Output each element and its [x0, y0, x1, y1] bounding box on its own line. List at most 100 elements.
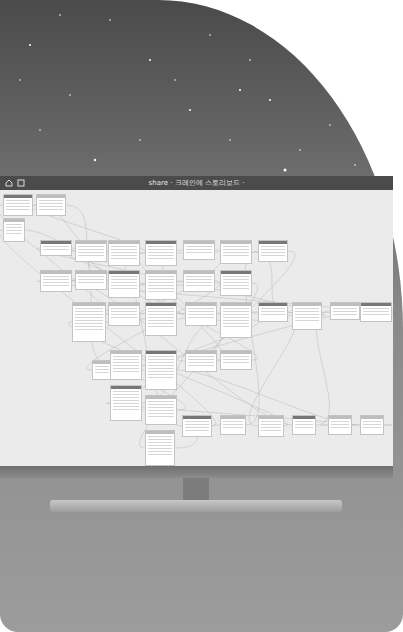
graph-node[interactable]	[3, 194, 33, 216]
node-header	[73, 303, 105, 306]
graph-node[interactable]	[182, 415, 212, 437]
graph-node[interactable]	[110, 350, 142, 380]
graph-node[interactable]	[72, 302, 106, 342]
node-header	[259, 416, 283, 419]
node-port	[148, 445, 172, 446]
node-port	[261, 311, 285, 312]
node-port	[113, 356, 139, 357]
node-port	[75, 317, 103, 318]
node-port	[111, 258, 137, 259]
graph-node[interactable]	[40, 240, 72, 256]
node-port	[43, 246, 69, 247]
graph-node[interactable]	[360, 415, 384, 435]
node-header	[111, 351, 141, 354]
home-icon[interactable]	[5, 179, 13, 187]
graph-node[interactable]	[220, 415, 246, 435]
graph-node[interactable]	[220, 350, 252, 370]
node-port	[6, 203, 30, 204]
node-port	[261, 255, 285, 256]
graph-node[interactable]	[360, 302, 392, 322]
graph-node[interactable]	[40, 270, 72, 292]
hero-card: share · 크레인에 스토리보드 ·	[0, 0, 403, 632]
node-port	[113, 406, 139, 407]
node-port	[188, 359, 214, 360]
node-port	[111, 317, 137, 318]
node-port	[261, 424, 281, 425]
node-port	[148, 311, 174, 312]
graph-node[interactable]	[185, 302, 217, 326]
graph-node[interactable]	[108, 270, 140, 298]
graph-node[interactable]	[292, 415, 316, 435]
node-header	[146, 351, 176, 354]
graph-node[interactable]	[185, 350, 217, 372]
node-port	[113, 359, 139, 360]
graph-node[interactable]	[110, 385, 142, 421]
node-port	[223, 421, 243, 422]
node-port	[113, 400, 139, 401]
graph-node[interactable]	[75, 270, 107, 290]
window-icon[interactable]	[17, 179, 25, 187]
node-port	[148, 249, 174, 250]
node-header	[76, 271, 106, 274]
graph-node[interactable]	[220, 240, 252, 264]
node-header	[146, 303, 176, 306]
node-port	[223, 311, 249, 312]
graph-node[interactable]	[328, 415, 352, 435]
graph-node[interactable]	[183, 270, 215, 292]
graph-node[interactable]	[258, 415, 284, 437]
node-port	[295, 314, 319, 315]
node-header	[41, 241, 71, 244]
node-port	[331, 427, 349, 428]
graph-node[interactable]	[220, 302, 252, 338]
starfield	[0, 0, 403, 180]
graph-node[interactable]	[183, 240, 215, 260]
node-port	[148, 451, 172, 452]
node-port	[148, 442, 172, 443]
graph-node[interactable]	[36, 194, 66, 216]
node-header	[361, 416, 383, 419]
graph-node[interactable]	[145, 430, 175, 466]
node-header	[184, 241, 214, 244]
graph-node[interactable]	[258, 302, 288, 322]
node-port	[148, 439, 172, 440]
graph-node[interactable]	[145, 350, 177, 390]
node-port	[261, 249, 285, 250]
node-port	[113, 394, 139, 395]
node-header	[361, 303, 391, 306]
graph-node[interactable]	[108, 240, 140, 266]
graph-node[interactable]	[92, 360, 112, 380]
node-port	[113, 403, 139, 404]
graph-node[interactable]	[330, 302, 360, 320]
node-port	[95, 369, 109, 370]
node-port	[148, 436, 172, 437]
node-port	[75, 311, 103, 312]
node-port	[363, 308, 389, 309]
node-port	[43, 276, 69, 277]
node-port	[333, 311, 357, 312]
graph-node[interactable]	[75, 240, 107, 262]
node-port	[223, 359, 249, 360]
node-header	[111, 386, 141, 389]
graph-node[interactable]	[258, 240, 288, 262]
graph-node[interactable]	[145, 302, 177, 336]
graph-node[interactable]	[3, 218, 25, 242]
graph-node[interactable]	[220, 270, 252, 296]
node-port	[148, 308, 174, 309]
graph-node[interactable]	[145, 395, 177, 425]
node-port	[148, 326, 174, 327]
node-port	[186, 246, 212, 247]
node-port	[363, 421, 381, 422]
graph-node[interactable]	[145, 240, 177, 266]
node-port	[223, 320, 249, 321]
node-canvas[interactable]	[0, 190, 393, 466]
graph-node[interactable]	[292, 302, 322, 330]
node-port	[148, 359, 174, 360]
node-port	[223, 356, 249, 357]
node-port	[333, 308, 357, 309]
node-port	[78, 276, 104, 277]
node-port	[148, 377, 174, 378]
node-port	[148, 362, 174, 363]
node-port	[261, 430, 281, 431]
graph-node[interactable]	[145, 270, 177, 300]
graph-node[interactable]	[108, 302, 140, 326]
